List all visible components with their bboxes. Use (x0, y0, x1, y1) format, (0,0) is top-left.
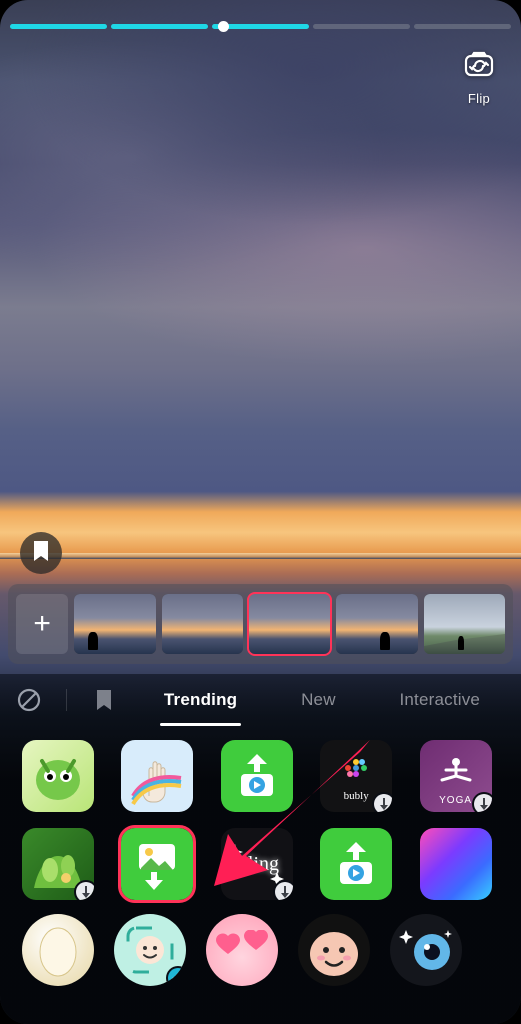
check-icon (168, 968, 186, 986)
effect-media-upload[interactable] (221, 740, 293, 812)
tab-interactive[interactable]: Interactive (397, 684, 482, 716)
background-thumb[interactable] (74, 594, 155, 654)
flip-camera-button[interactable]: Flip (461, 48, 497, 106)
effect-media-upload-2[interactable] (320, 828, 392, 900)
background-thumb[interactable] (162, 594, 243, 654)
tab-new[interactable]: New (299, 684, 338, 716)
effect-jungle[interactable] (22, 828, 94, 900)
progress-segment (10, 24, 107, 29)
progress-segment (414, 24, 511, 29)
background-thumb[interactable] (336, 594, 417, 654)
effect-label: YOGA (439, 795, 472, 806)
camera-screen: Flip + (0, 0, 521, 1024)
effect-dragon[interactable] (22, 740, 94, 812)
effect-bling[interactable]: Bling (221, 828, 293, 900)
progress-segment (313, 24, 410, 29)
effect-face-square[interactable] (114, 914, 186, 986)
effect-yoga[interactable]: YOGA (420, 740, 492, 812)
progress-segment (111, 24, 208, 29)
effects-panel: Trending New Interactive (0, 674, 521, 1024)
bookmark-button[interactable] (20, 532, 62, 574)
background-thumb[interactable] (424, 594, 505, 654)
download-icon (275, 882, 293, 900)
no-effect-button[interactable] (14, 687, 44, 713)
flip-camera-label: Flip (468, 91, 490, 106)
background-thumb-selected[interactable] (249, 594, 330, 654)
effect-hearts[interactable] (206, 914, 278, 986)
effect-gradient[interactable] (420, 828, 492, 900)
flip-camera-icon (461, 48, 497, 85)
plus-icon: + (33, 607, 51, 641)
download-icon (374, 794, 392, 812)
effect-sparkle-eye[interactable] (390, 914, 462, 986)
effect-blob-face[interactable] (298, 914, 370, 986)
download-icon (76, 882, 94, 900)
download-icon (474, 794, 492, 812)
divider (66, 689, 67, 711)
effect-egg[interactable] (22, 914, 94, 986)
background-thumbnail-strip: + (8, 584, 513, 664)
favorites-tab[interactable] (89, 689, 119, 711)
effect-bubly[interactable]: bubly (320, 740, 392, 812)
horizon-line (0, 553, 521, 559)
effect-label: bubly (344, 790, 369, 802)
effect-image-download[interactable] (121, 828, 193, 900)
effects-tab-bar: Trending New Interactive (0, 674, 521, 726)
add-background-button[interactable]: + (16, 594, 68, 654)
tab-trending[interactable]: Trending (162, 684, 239, 716)
effect-rainbow-hand[interactable] (121, 740, 193, 812)
bookmark-icon (32, 540, 50, 567)
progress-marker (218, 21, 229, 32)
viewfinder-preview (0, 0, 521, 563)
recording-progress (10, 24, 511, 29)
